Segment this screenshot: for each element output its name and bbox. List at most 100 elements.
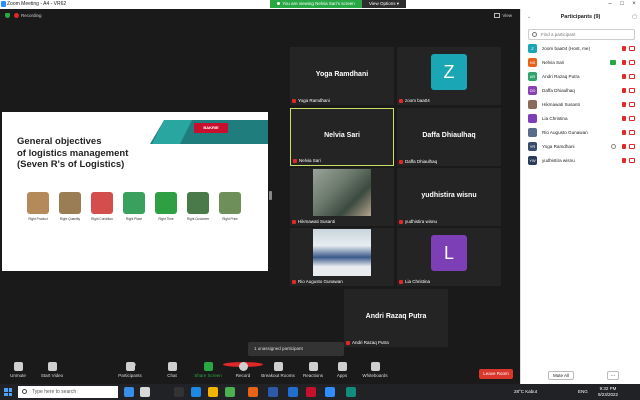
- whatsapp-icon[interactable]: [346, 387, 356, 397]
- right-item: Right Quantity: [56, 192, 84, 221]
- leave-room-button[interactable]: Leave Room: [479, 369, 513, 379]
- taskbar-search-placeholder: Type here to search: [32, 389, 77, 395]
- participant-row[interactable]: DD Daffa Dhiaulhaq: [528, 85, 636, 97]
- share-screen-label: Share Screen: [194, 373, 222, 378]
- security-shield-icon[interactable]: [5, 13, 10, 19]
- video-tile[interactable]: Zzoom baa04: [397, 47, 501, 105]
- mute-all-button[interactable]: Mute All: [548, 371, 574, 380]
- participants-button[interactable]: Participants 9: [110, 362, 150, 378]
- chevron-down-icon[interactable]: ⌄: [527, 14, 531, 20]
- muted-mic-icon[interactable]: [622, 88, 626, 93]
- file-explorer-icon[interactable]: [208, 387, 218, 397]
- split-divider-handle[interactable]: [269, 191, 272, 200]
- language-label[interactable]: ENG: [578, 389, 588, 394]
- video-tile[interactable]: Nelvia Sari Nelvia Sari: [290, 108, 394, 166]
- grid-view-icon: [494, 13, 501, 19]
- reactions-label: Reactions: [302, 373, 323, 378]
- view-button[interactable]: View: [494, 13, 512, 19]
- zoom-icon[interactable]: [325, 387, 335, 397]
- video-off-icon[interactable]: [629, 60, 635, 65]
- muted-mic-icon[interactable]: [622, 144, 626, 149]
- video-tile[interactable]: Andri Razaq Putra Andri Razaq Putra: [344, 289, 448, 347]
- edge-icon[interactable]: [191, 387, 201, 397]
- whiteboards-icon: [370, 362, 380, 371]
- tile-display-name: Nelvia Sari: [324, 132, 360, 139]
- start-video-button[interactable]: Start Video: [32, 362, 72, 378]
- video-off-icon[interactable]: [629, 88, 635, 93]
- minimize-icon[interactable]: –: [604, 0, 616, 9]
- participant-count: 9: [134, 362, 137, 367]
- task-view-icon[interactable]: [124, 387, 134, 397]
- video-off-icon[interactable]: [629, 102, 635, 107]
- video-off-icon[interactable]: [629, 130, 635, 135]
- maximize-icon[interactable]: □: [616, 0, 628, 9]
- shared-screen[interactable]: BAKRIE General objectives of logistics m…: [2, 112, 268, 271]
- muted-mic-icon[interactable]: [622, 102, 626, 107]
- video-tile[interactable]: Hikmawati Susanti: [290, 168, 394, 226]
- firefox-icon[interactable]: [248, 387, 258, 397]
- windows-taskbar: Type here to search 28°C Kabut ENG 9:32 …: [0, 384, 640, 400]
- right-label: Right Price: [222, 217, 238, 221]
- muted-mic-icon[interactable]: [622, 60, 626, 65]
- record-button[interactable]: Record: [223, 362, 263, 378]
- word-icon[interactable]: [268, 387, 278, 397]
- muted-mic-icon[interactable]: [622, 158, 626, 163]
- participant-row[interactable]: Zzoom baa04 (Host, me): [528, 43, 636, 55]
- participant-search-input[interactable]: Find a participant: [528, 29, 635, 40]
- video-tile[interactable]: L Lia Christina: [397, 228, 501, 286]
- unassigned-toast[interactable]: 1 unassigned participant: [248, 342, 344, 356]
- muted-mic-icon[interactable]: [622, 116, 626, 121]
- edge-icon[interactable]: [288, 387, 298, 397]
- chrome-icon[interactable]: [225, 387, 235, 397]
- close-icon[interactable]: ×: [628, 0, 640, 9]
- participant-name: Andri Razaq Putra: [542, 74, 580, 79]
- participant-name: yudhistira wisnu: [542, 158, 575, 163]
- windows-start-icon[interactable]: [4, 388, 12, 396]
- muted-mic-icon[interactable]: [622, 74, 626, 79]
- muted-mic-icon[interactable]: [622, 130, 626, 135]
- participant-row[interactable]: Rio Augusto Gunawan: [528, 127, 636, 139]
- app-icon[interactable]: [174, 387, 184, 397]
- video-off-icon[interactable]: [629, 46, 635, 51]
- participant-row[interactable]: Hikmawati Susanti: [528, 99, 636, 111]
- avatar: [528, 128, 537, 137]
- share-screen-icon: [203, 362, 213, 371]
- view-options-button[interactable]: View Options ▾: [362, 0, 406, 8]
- breakout-rooms-button[interactable]: Breakout Rooms: [258, 362, 298, 378]
- avatar: AR: [528, 72, 537, 81]
- participant-row[interactable]: YR Yoga Ramdhani: [528, 141, 636, 153]
- view-options-label: View Options: [369, 1, 396, 6]
- chat-button[interactable]: Chat: [152, 362, 192, 378]
- apps-label: Apps: [336, 373, 348, 378]
- start-video-label: Start Video: [40, 373, 64, 378]
- whiteboards-button[interactable]: Whiteboards: [355, 362, 395, 378]
- participant-row[interactable]: YW yudhistira wisnu: [528, 155, 636, 167]
- share-screen-button[interactable]: Share Screen: [188, 362, 228, 378]
- participant-name: Daffa Dhiaulhaq: [542, 88, 575, 93]
- app-icon[interactable]: [140, 387, 150, 397]
- video-tile[interactable]: Daffa Dhiaulhaq Daffa Dhiaulhaq: [397, 108, 501, 166]
- search-icon: [532, 32, 537, 37]
- participant-row[interactable]: AR Andri Razaq Putra: [528, 71, 636, 83]
- powerpoint-icon[interactable]: [306, 387, 316, 397]
- video-tile[interactable]: Yoga Ramdhani Yoga Ramdhani: [290, 47, 394, 105]
- taskbar-clock[interactable]: 9:32 PM 9/23/2022: [598, 386, 618, 397]
- video-off-icon[interactable]: [629, 158, 635, 163]
- panel-popout-icon[interactable]: ▢: [632, 14, 637, 20]
- participant-row[interactable]: NS Nelvia Sari: [528, 57, 636, 69]
- participant-row[interactable]: Lia Christina: [528, 113, 636, 125]
- more-options-button[interactable]: ...: [607, 371, 619, 380]
- clock-time: 9:32 PM: [599, 386, 617, 391]
- video-tile[interactable]: yudhistira wisnu yudhistira wisnu: [397, 168, 501, 226]
- video-tile[interactable]: Rio Augusto Gunawan: [290, 228, 394, 286]
- video-off-icon[interactable]: [629, 144, 635, 149]
- muted-mic-icon: [399, 219, 403, 224]
- video-off-icon[interactable]: [629, 74, 635, 79]
- tile-name-label: Daffa Dhiaulhaq: [399, 159, 437, 164]
- meeting-status: Recording: [5, 13, 42, 19]
- weather-label[interactable]: 28°C Kabut: [514, 389, 537, 394]
- clock-date: 9/23/2022: [598, 391, 619, 397]
- taskbar-search-input[interactable]: Type here to search: [18, 386, 118, 398]
- muted-mic-icon[interactable]: [622, 46, 626, 51]
- video-off-icon[interactable]: [629, 116, 635, 121]
